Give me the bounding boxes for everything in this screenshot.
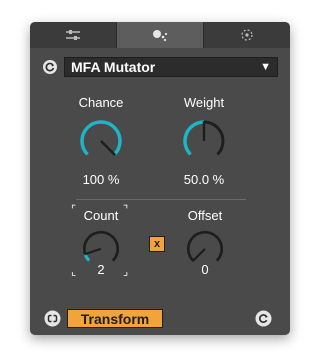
offset-knob-track: [186, 230, 224, 262]
transform-button[interactable]: Transform: [67, 309, 163, 328]
loop-icon[interactable]: [44, 310, 61, 327]
device-dropdown[interactable]: MFA Mutator ▼: [64, 57, 278, 77]
count-label: Count: [83, 208, 119, 223]
sliders-icon: [66, 30, 80, 40]
refresh-icon[interactable]: [255, 310, 272, 327]
tab-target[interactable]: [204, 22, 290, 48]
device-panel: MFA Mutator ▼ Chance 100 % Weight 50.0 %…: [30, 22, 290, 335]
count-knob-value-arc: [83, 253, 91, 262]
chance-knob[interactable]: [76, 115, 126, 165]
x-toggle-button[interactable]: x: [149, 236, 165, 252]
bottom-row: Transform: [44, 308, 278, 330]
chance-knob-value-arc: [80, 120, 122, 156]
weight-label: Weight: [183, 95, 225, 110]
count-value: 2: [97, 262, 105, 277]
chance-value: 100 %: [82, 172, 120, 187]
chance-label: Chance: [78, 95, 124, 110]
chevron-down-icon: ▼: [260, 61, 271, 73]
device-name: MFA Mutator: [71, 59, 156, 75]
dice-icon: [153, 30, 168, 42]
offset-label: Offset: [187, 208, 223, 223]
count-knob-needle: [83, 247, 102, 256]
offset-knob-needle: [191, 248, 206, 263]
device-selector-row: MFA Mutator ▼: [42, 56, 278, 78]
refresh-icon[interactable]: [42, 59, 58, 75]
offset-value: 0: [201, 262, 209, 277]
tab-dice[interactable]: [117, 22, 204, 48]
tab-bar: [30, 22, 290, 48]
count-knob-track: [82, 230, 120, 262]
target-icon: [241, 29, 253, 41]
weight-knob[interactable]: [179, 115, 229, 165]
weight-value: 50.0 %: [183, 172, 225, 187]
section-divider: [76, 199, 246, 200]
weight-knob-value-arc: [183, 120, 205, 156]
tab-sliders[interactable]: [30, 22, 117, 48]
chance-knob-needle: [100, 140, 117, 157]
